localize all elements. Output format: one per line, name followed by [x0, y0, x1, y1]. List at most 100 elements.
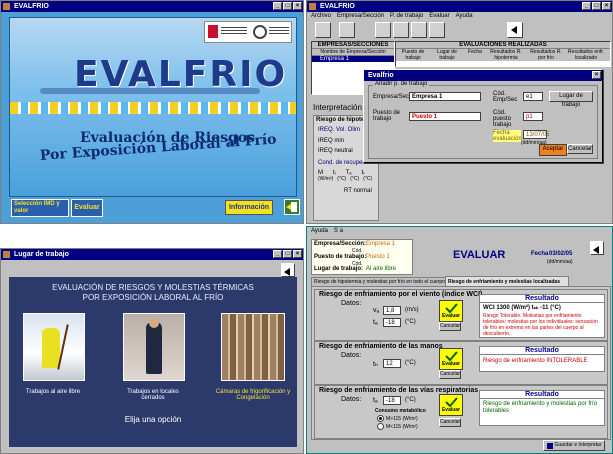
close-button[interactable]: × [602, 2, 611, 10]
menu-bar: Archivo Empresa/Sección P. de trabajo Ev… [307, 12, 612, 21]
col-frio[interactable]: Resultados R. por frío [526, 49, 566, 61]
toolbar-button-5[interactable] [411, 22, 427, 38]
puesto-field[interactable]: Puesto 1 [409, 112, 481, 121]
va-unit: (m/s) [405, 307, 419, 313]
cancelar-button[interactable]: Cancelar [567, 144, 593, 154]
dialog-title-bar: Evalfrio × [364, 70, 602, 81]
checkmark-icon [445, 351, 458, 361]
ta-field[interactable]: -18 [383, 396, 401, 405]
radio-m-low[interactable]: M<115 (W/m²) [377, 423, 418, 430]
resultado-text: Riesgo de enfriamiento INTOLERABLE [483, 358, 588, 364]
unit-ti: (°C) [337, 176, 347, 182]
va-field[interactable]: 1,8 [383, 306, 401, 315]
menu-puesto[interactable]: P. de trabajo [390, 12, 423, 21]
menu-ayuda[interactable]: Ayuda [456, 12, 473, 21]
outdoor-work-photo[interactable] [23, 313, 85, 381]
cancelar-viento-button[interactable]: Cancelar [439, 322, 461, 331]
evaluar-button[interactable]: Evaluar [71, 199, 103, 217]
maximize-button[interactable]: □ [283, 2, 292, 10]
selection-button[interactable]: Selección IMD y valor [11, 199, 69, 217]
resultado-values: WCI 1300 (W/m²) tₛₖ -11 (°C) [483, 305, 561, 311]
maximize-button[interactable]: □ [283, 250, 292, 258]
indoor-work-photo[interactable] [123, 313, 185, 381]
tab-content: Riesgo de enfriamiento por el viento (ín… [311, 286, 611, 440]
back-arrow-button[interactable] [590, 241, 604, 255]
back-arrow-button[interactable] [507, 22, 523, 38]
section-manos: Riesgo de enfriamiento de las manos Dato… [314, 341, 608, 385]
lugar-label: Lugar de trabajo: [314, 266, 364, 272]
cancelar-vias-button[interactable]: Cancelar [439, 418, 461, 427]
evaluar-vias-button[interactable]: Evaluar [439, 394, 463, 416]
ta-unit: (°C) [405, 319, 416, 325]
cod-puesto-field[interactable]: p1 [523, 112, 543, 121]
cold-storage-photo[interactable] [221, 313, 285, 381]
ta-unit: (°C) [405, 397, 416, 403]
col-localizado[interactable]: Resultados enfr. localizado [566, 49, 606, 61]
institute-text-icon [269, 27, 289, 36]
puesto-value: Puesto 1 [366, 254, 390, 260]
evaluar-manos-button[interactable]: Evaluar [439, 348, 463, 370]
minimize-button[interactable]: _ [273, 250, 282, 258]
ministry-logo [204, 21, 292, 43]
exit-door-icon [286, 202, 297, 212]
fecha-hint: (dd/mm/aa) [547, 259, 573, 265]
back-arrow-button[interactable] [281, 263, 295, 277]
empresa-label: Empresa/Sección: [314, 241, 367, 247]
evaluar-window: Ayuda S a Empresa/Sección: Empresa 1 Cód… [306, 226, 613, 454]
option-indoor-label[interactable]: Trabajos en locales cerrados [117, 389, 189, 401]
menu-empresa[interactable]: Empresa/Sección [337, 12, 384, 21]
col-hipotermia[interactable]: Resultados R. hipotermia [486, 49, 526, 61]
menu-sa[interactable]: S a [334, 227, 343, 236]
resultado-title: Resultado [480, 347, 604, 355]
resultado-title: Resultado [480, 391, 604, 399]
radio-m-high[interactable]: M>115 (W/m²) [377, 415, 418, 422]
empresa-value: Empresa 1 [366, 241, 396, 247]
menu-archivo[interactable]: Archivo [311, 12, 331, 21]
evaluaciones-grid: EVALUACIONES REALIZADAS Puesto de trabaj… [395, 41, 611, 67]
col-puesto[interactable]: Puesto de trabajo [396, 49, 430, 61]
dialog-close-button[interactable]: × [592, 71, 601, 79]
toolbar-button-6[interactable] [429, 22, 445, 38]
evaluar-label: Evaluar [441, 361, 461, 367]
aceptar-button[interactable]: Aceptar [539, 144, 567, 156]
exit-button[interactable] [284, 199, 300, 215]
evaluar-viento-button[interactable]: Evaluar [439, 300, 463, 322]
toolbar-button-2[interactable] [339, 22, 355, 38]
group-title: Añadir p. de trabajo [373, 81, 430, 87]
option-outdoor-label[interactable]: Trabajos al aire libre [23, 389, 83, 395]
evalfrio-main-window: EVALFRIO _ □ × Archivo Empresa/Sección P. … [306, 0, 613, 224]
ta-label: tₐ [373, 397, 378, 404]
option-cold-storage-label[interactable]: Cámaras de frigorificación y Congelación [213, 389, 293, 401]
empresas-row-1[interactable]: Empresa 1 [312, 56, 394, 62]
fecha-field[interactable]: 13/07/05 [523, 130, 549, 139]
back-arrow-icon [284, 268, 290, 276]
cod-emp-field[interactable]: e1 [523, 92, 543, 101]
toolbar-button-4[interactable] [393, 22, 409, 38]
radio-checked-icon [377, 415, 384, 422]
maximize-button[interactable]: □ [592, 2, 601, 10]
lugar-de-trabajo-button[interactable]: Lugar de trabajo [549, 91, 593, 108]
minimize-button[interactable]: _ [273, 2, 282, 10]
evaluar-label: Evaluar [441, 313, 461, 319]
close-button[interactable]: × [293, 2, 302, 10]
minimize-button[interactable]: _ [582, 2, 591, 10]
col-fecha[interactable]: Fecha [464, 49, 486, 61]
informacion-button[interactable]: Información [225, 200, 273, 215]
close-button[interactable]: × [293, 250, 302, 258]
resultado-text: Riesgo Tolerable. Molestias por enfriami… [483, 313, 598, 337]
ministry-text-icon [221, 27, 247, 36]
guardar-interpretar-button[interactable]: Guardar e Interpretar [543, 440, 605, 451]
formula-ti: tᵢ [333, 170, 336, 176]
toolbar-button-1[interactable] [315, 22, 331, 38]
save-icon [546, 442, 553, 449]
cancelar-manos-button[interactable]: Cancelar [439, 370, 461, 379]
th-field[interactable]: 12 [383, 359, 401, 368]
ta-field[interactable]: -18 [383, 318, 401, 327]
empresa-field[interactable]: Empresa 1 [409, 92, 481, 101]
menu-ayuda[interactable]: Ayuda [311, 227, 328, 236]
toolbar-button-3[interactable] [375, 22, 391, 38]
lugar-panel: EVALUACIÓN DE RIESGOS Y MOLESTIAS TÉRMIC… [9, 277, 297, 447]
menu-evaluar[interactable]: Evaluar [429, 12, 449, 21]
worker-figure-icon [42, 328, 60, 368]
col-lugar[interactable]: Lugar de trabajo [430, 49, 464, 61]
